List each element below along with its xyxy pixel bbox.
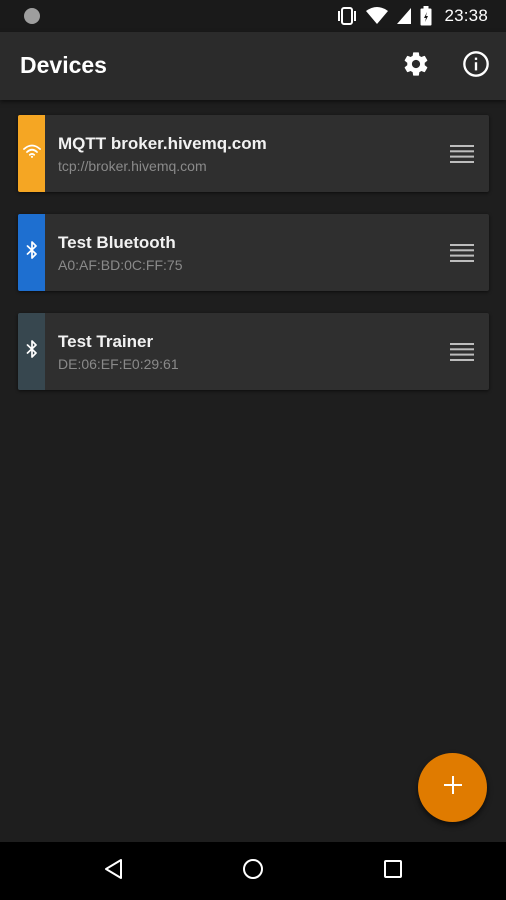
signal-icon xyxy=(396,7,412,25)
device-address: DE:06:EF:E0:29:61 xyxy=(58,356,179,372)
status-icons: 23:38 xyxy=(336,0,488,32)
status-time: 23:38 xyxy=(444,6,488,25)
screen: 23:38 Devices MQTT broker.hivemq.com tcp… xyxy=(0,0,506,900)
status-bar: 23:38 xyxy=(0,0,506,32)
add-device-button[interactable] xyxy=(418,753,487,822)
drag-handle-icon[interactable] xyxy=(449,341,475,363)
device-card-test-trainer[interactable]: Test Trainer DE:06:EF:E0:29:61 xyxy=(18,313,489,390)
device-type-stripe xyxy=(18,313,45,390)
wifi-icon xyxy=(22,144,41,163)
back-icon xyxy=(104,858,124,885)
device-name: Test Bluetooth xyxy=(58,233,176,252)
device-type-stripe xyxy=(18,115,45,192)
info-button[interactable] xyxy=(460,50,492,82)
battery-icon xyxy=(420,6,432,26)
page-title: Devices xyxy=(20,52,107,78)
device-address: tcp://broker.hivemq.com xyxy=(58,158,207,174)
wifi-icon xyxy=(366,7,389,25)
device-list: MQTT broker.hivemq.com tcp://broker.hive… xyxy=(18,115,489,412)
info-icon xyxy=(462,50,490,83)
bluetooth-icon xyxy=(26,241,38,264)
home-icon xyxy=(242,858,264,885)
drag-handle-icon[interactable] xyxy=(449,242,475,264)
bluetooth-icon xyxy=(26,340,38,363)
app-bar: Devices xyxy=(0,32,506,100)
settings-button[interactable] xyxy=(400,50,432,82)
device-type-stripe xyxy=(18,214,45,291)
settings-gear-icon xyxy=(402,50,430,83)
vibrate-icon xyxy=(336,7,358,25)
notification-dot-icon xyxy=(24,8,40,24)
recents-icon xyxy=(383,859,403,884)
device-address: A0:AF:BD:0C:FF:75 xyxy=(58,257,183,273)
device-card-mqtt[interactable]: MQTT broker.hivemq.com tcp://broker.hive… xyxy=(18,115,489,192)
device-name: MQTT broker.hivemq.com xyxy=(58,134,267,153)
plus-icon xyxy=(443,775,463,800)
nav-bar xyxy=(0,842,506,900)
nav-home-button[interactable] xyxy=(238,856,268,886)
drag-handle-icon[interactable] xyxy=(449,143,475,165)
device-name: Test Trainer xyxy=(58,332,154,351)
nav-recents-button[interactable] xyxy=(378,856,408,886)
nav-back-button[interactable] xyxy=(99,856,129,886)
device-card-test-bluetooth[interactable]: Test Bluetooth A0:AF:BD:0C:FF:75 xyxy=(18,214,489,291)
